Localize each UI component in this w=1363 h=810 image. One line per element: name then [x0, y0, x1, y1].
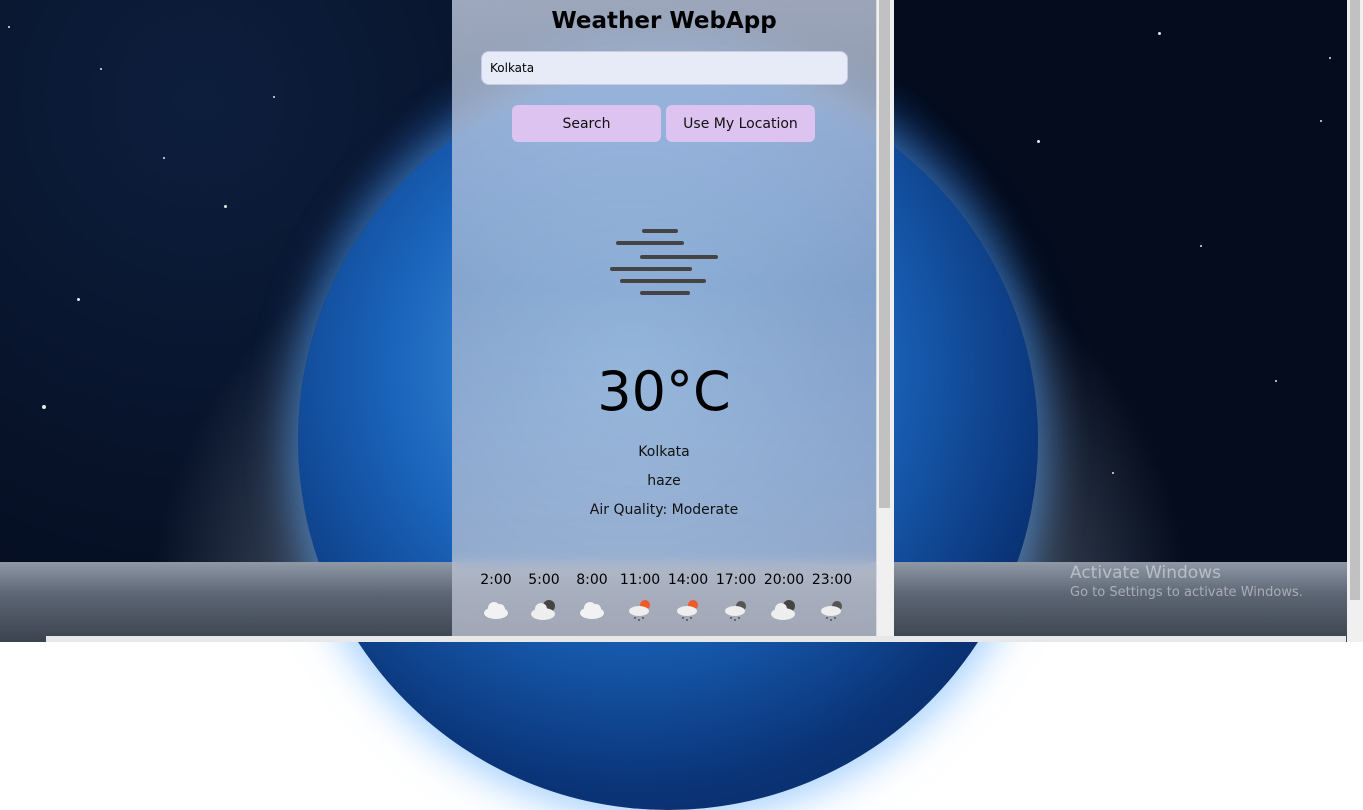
use-my-location-button[interactable]: Use My Location	[666, 105, 815, 142]
forecast-time: 20:00	[763, 572, 805, 588]
dark-clouds-icon	[531, 600, 555, 620]
sun-rain-icon	[677, 600, 698, 621]
haze-icon	[610, 229, 718, 295]
app-title: Weather WebApp	[551, 8, 777, 34]
rain-cloud-icon	[725, 601, 746, 621]
air-quality: Air Quality: Moderate	[589, 502, 739, 518]
sun-rain-icon	[629, 600, 650, 621]
forecast-time: 23:00	[811, 572, 853, 588]
rain-cloud-icon	[821, 601, 842, 621]
panel-scroll-thumb[interactable]	[879, 0, 890, 508]
weather-panel	[452, 0, 876, 642]
cloud-icon	[580, 602, 604, 619]
forecast-time: 2:00	[480, 572, 512, 588]
city-name: Kolkata	[638, 444, 690, 460]
forecast-time: 11:00	[619, 572, 661, 588]
temperature-display: 30°C	[597, 360, 731, 423]
cloud-icon	[484, 602, 508, 619]
forecast-time: 14:00	[667, 572, 709, 588]
search-button[interactable]: Search	[512, 105, 661, 142]
forecast-time: 5:00	[528, 572, 560, 588]
weather-condition: haze	[647, 473, 681, 489]
dark-clouds-icon	[771, 600, 795, 620]
page-scroll-thumb[interactable]	[1350, 0, 1360, 600]
forecast-time: 17:00	[715, 572, 757, 588]
city-search-input[interactable]	[481, 51, 848, 85]
watermark-title: Activate Windows	[1070, 563, 1221, 583]
activate-windows-watermark: Activate Windows Go to Settings to activ…	[1070, 563, 1303, 600]
forecast-time: 8:00	[576, 572, 608, 588]
watermark-subtitle: Go to Settings to activate Windows.	[1070, 585, 1303, 600]
horizontal-scrollbar[interactable]	[46, 636, 1346, 642]
